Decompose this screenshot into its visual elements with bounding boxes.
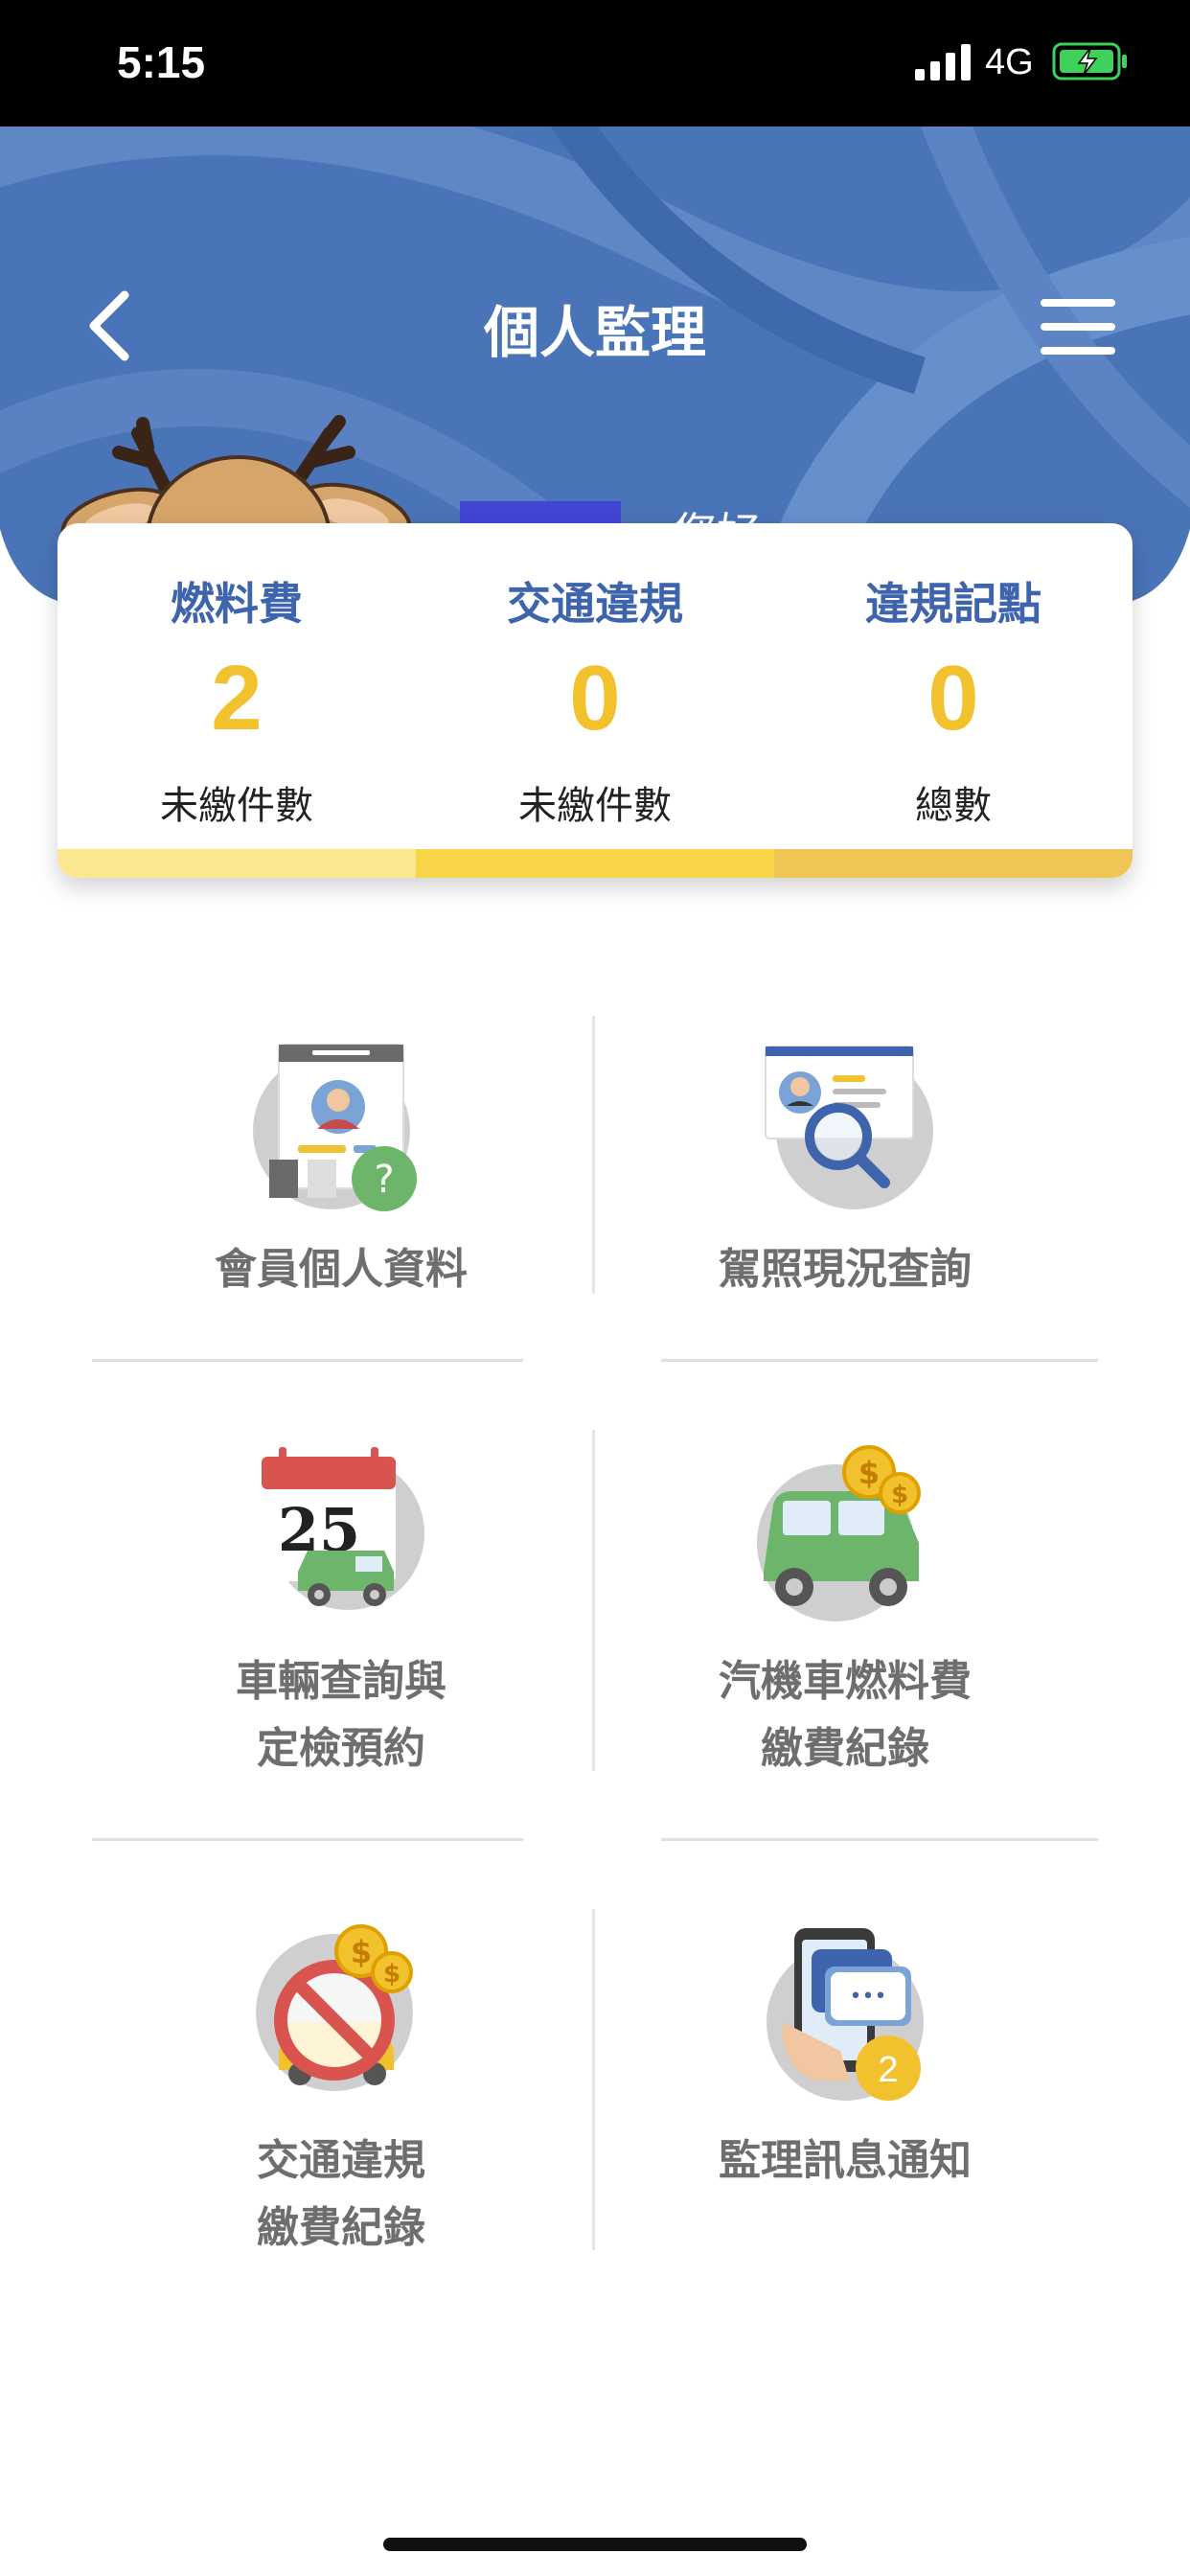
license-search-icon	[765, 1046, 933, 1209]
signal-bars-icon	[915, 44, 971, 80]
menu-label-line2: 繳費紀錄	[761, 1724, 929, 1773]
column-divider	[592, 1016, 595, 1294]
menu-label: 駕照現況查詢	[719, 1245, 972, 1294]
menu-label-line2: 繳費紀錄	[257, 2203, 425, 2252]
summary-title: 違規記點	[865, 578, 1041, 630]
row-divider	[661, 1359, 1098, 1362]
status-time: 5:15	[117, 37, 206, 87]
menu-label: 會員個人資料	[215, 1245, 468, 1294]
menu-label-line1: 汽機車燃料費	[719, 1657, 972, 1706]
coin-symbol-text: $	[858, 1455, 880, 1491]
chat-dots-text: •••	[850, 1985, 887, 2009]
summary-bar-segment	[416, 849, 774, 878]
coin-symbol-text: $	[383, 1960, 400, 1989]
battery-charging-icon	[1052, 42, 1127, 80]
summary-bar-segment	[57, 849, 416, 878]
row-divider	[661, 1838, 1098, 1841]
phone-message-icon: ••• 2	[767, 1928, 924, 2101]
menu-label-line1: 交通違規	[257, 2136, 425, 2185]
notification-count-text: 2	[878, 2050, 898, 2090]
menu-label-line1: 車輛查詢與	[236, 1657, 446, 1706]
summary-fuel-fee[interactable]: 燃料費 2 未繳件數	[57, 523, 416, 849]
summary-label: 總數	[915, 784, 992, 828]
menu-member-profile[interactable]: ? 會員個人資料	[92, 1006, 590, 1447]
summary-value: 0	[927, 647, 979, 749]
summary-value: 0	[569, 647, 621, 749]
menu-label: 監理訊息通知	[719, 2136, 972, 2185]
home-indicator	[383, 2538, 807, 2551]
menu-traffic-violation-record[interactable]: $ $ 交通違規 繳費紀錄	[92, 1907, 590, 2348]
summary-value: 2	[211, 647, 263, 749]
summary-title: 燃料費	[171, 578, 303, 630]
network-type: 4G	[985, 42, 1034, 82]
status-bar: 5:15 4G	[0, 0, 1190, 126]
car-coins-icon: $ $	[757, 1445, 921, 1622]
summary-card: 燃料費 2 未繳件數 交通違規 0 未繳件數 違規記點 0 總數	[57, 523, 1133, 878]
member-profile-icon: ?	[253, 1044, 417, 1211]
coin-symbol-text: $	[351, 1934, 372, 1970]
page-title: 個人監理	[483, 300, 706, 365]
row-divider	[92, 1838, 523, 1841]
summary-violation-points[interactable]: 違規記點 0 總數	[774, 523, 1133, 849]
column-divider	[592, 1909, 595, 2250]
coin-symbol-text: $	[891, 1481, 908, 1509]
menu-label-line2: 定檢預約	[257, 1724, 425, 1773]
summary-label: 未繳件數	[518, 784, 672, 828]
summary-bar-segment	[774, 849, 1133, 878]
summary-label: 未繳件數	[160, 784, 313, 828]
menu-license-status[interactable]: 駕照現況查詢	[596, 1006, 1094, 1447]
hamburger-menu-button[interactable]	[1041, 295, 1121, 358]
menu-vehicle-inspection[interactable]: 25 車輛查詢與 定檢預約	[92, 1428, 590, 1869]
row-divider	[92, 1359, 523, 1362]
summary-title: 交通違規	[507, 578, 683, 630]
no-entry-coins-icon: $ $	[256, 1924, 413, 2091]
menu-fuel-fee-record[interactable]: $ $ 汽機車燃料費 繳費紀錄	[596, 1428, 1094, 1869]
menu-notifications[interactable]: ••• 2 監理訊息通知	[596, 1907, 1094, 2348]
column-divider	[592, 1430, 595, 1771]
question-mark-text: ?	[374, 1158, 394, 1202]
calendar-car-icon: 25	[262, 1447, 424, 1610]
summary-traffic-violation[interactable]: 交通違規 0 未繳件數	[416, 523, 774, 849]
